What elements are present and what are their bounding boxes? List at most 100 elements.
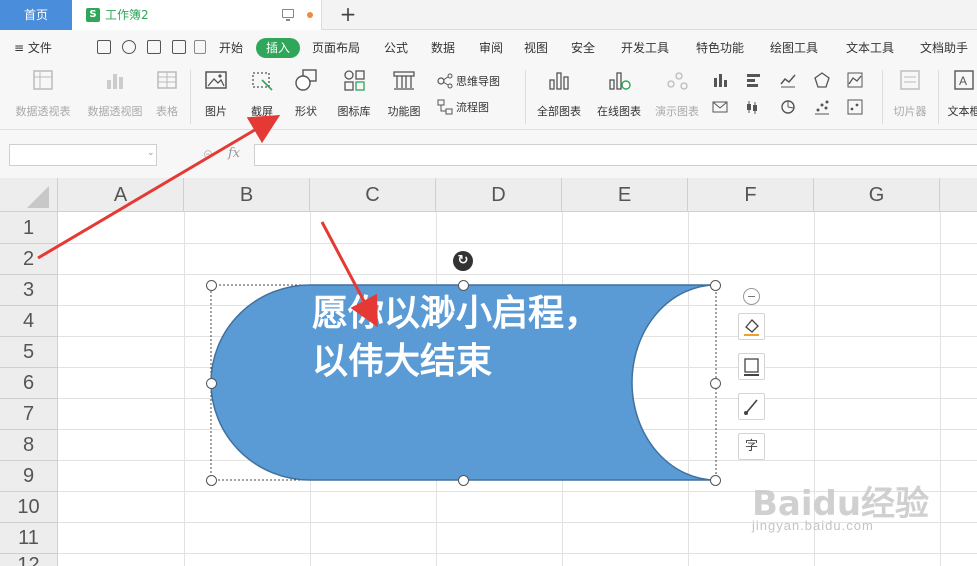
resize-handle[interactable] xyxy=(206,378,217,389)
scatter-chart-icon[interactable] xyxy=(814,99,830,115)
undo-icon[interactable] xyxy=(122,40,136,54)
row-header[interactable]: 1 xyxy=(0,212,58,244)
menu-dev-tools[interactable]: 开发工具 xyxy=(621,39,669,56)
column-chart-icon[interactable] xyxy=(712,72,728,88)
grid-line xyxy=(184,212,185,566)
screenshot-icon xyxy=(250,68,274,92)
line-chart-icon[interactable] xyxy=(780,72,796,88)
resize-handle[interactable] xyxy=(458,280,469,291)
function-chart-button[interactable]: 功能图 xyxy=(380,68,428,119)
radar-chart-icon[interactable] xyxy=(814,72,830,88)
select-all-icon xyxy=(27,186,49,208)
more-icon[interactable] xyxy=(194,40,206,54)
resize-handle[interactable] xyxy=(710,280,721,291)
area-chart-icon[interactable] xyxy=(847,72,863,88)
combo-chart-icon[interactable] xyxy=(847,99,863,115)
column-header[interactable]: C xyxy=(310,178,436,212)
screenshot-button[interactable]: 截屏 xyxy=(242,68,282,119)
online-charts-button[interactable]: 在线图表 xyxy=(592,68,646,119)
monitor-icon[interactable] xyxy=(282,9,294,21)
save-icon[interactable] xyxy=(97,40,111,54)
bar-chart-icon[interactable] xyxy=(746,72,762,88)
pie-chart-icon[interactable] xyxy=(780,99,796,115)
menu-doc-helper[interactable]: 文档助手 xyxy=(920,39,968,56)
print-preview-icon[interactable] xyxy=(172,40,186,54)
row-header[interactable]: 9 xyxy=(0,461,58,492)
fx-icon[interactable]: fx xyxy=(228,146,240,161)
textbox-button[interactable]: A 文本框 xyxy=(944,68,977,119)
row-header[interactable]: 7 xyxy=(0,399,58,430)
resize-handle[interactable] xyxy=(458,475,469,486)
row-header[interactable]: 6 xyxy=(0,368,58,399)
tab-home[interactable]: 首页 xyxy=(0,0,72,30)
fill-icon xyxy=(744,319,759,336)
menu-text-tools[interactable]: 文本工具 xyxy=(846,39,894,56)
new-tab-button[interactable]: + xyxy=(336,0,360,30)
column-header[interactable]: B xyxy=(184,178,310,212)
menu-page-layout[interactable]: 页面布局 xyxy=(312,39,360,56)
shape-outline-button[interactable] xyxy=(738,353,765,380)
online-charts-icon xyxy=(607,68,631,92)
resize-handle[interactable] xyxy=(206,475,217,486)
resize-handle[interactable] xyxy=(206,280,217,291)
row-header[interactable]: 2 xyxy=(0,244,58,275)
zoom-icon[interactable]: ⊝ xyxy=(203,147,213,161)
shape-fill-button[interactable] xyxy=(738,313,765,340)
row-header[interactable]: 5 xyxy=(0,337,58,368)
collapse-icon[interactable] xyxy=(743,288,760,305)
menu-insert[interactable]: 插入 xyxy=(256,38,300,58)
name-box[interactable] xyxy=(9,144,157,166)
select-all-corner[interactable] xyxy=(0,178,58,212)
menu-view[interactable]: 视图 xyxy=(524,39,548,56)
column-header[interactable]: A xyxy=(58,178,184,212)
text-style-button[interactable]: 字 xyxy=(738,433,765,460)
title-bar: 首页 S 工作簿2 + xyxy=(0,0,977,30)
picture-button[interactable]: 图片 xyxy=(196,68,236,119)
column-header[interactable]: E xyxy=(562,178,688,212)
file-menu[interactable]: ≡ 文件 xyxy=(14,39,52,56)
column-header[interactable] xyxy=(940,178,977,212)
tab-document[interactable]: S 工作簿2 xyxy=(72,0,322,30)
menu-review[interactable]: 审阅 xyxy=(479,39,503,56)
table-button[interactable]: 表格 xyxy=(150,68,184,119)
row-header[interactable]: 8 xyxy=(0,430,58,461)
row-header[interactable]: 3 xyxy=(0,275,58,306)
shape-effect-button[interactable] xyxy=(738,393,765,420)
textbox-icon: A xyxy=(952,68,976,92)
row-header[interactable]: 12 xyxy=(0,554,58,566)
toolbar-separator xyxy=(938,70,939,124)
rotate-handle-icon[interactable]: ↻ xyxy=(453,251,473,271)
row-header[interactable]: 4 xyxy=(0,306,58,337)
column-header[interactable]: F xyxy=(688,178,814,212)
menu-formula[interactable]: 公式 xyxy=(384,39,408,56)
menu-special[interactable]: 特色功能 xyxy=(696,39,744,56)
all-charts-button[interactable]: 全部图表 xyxy=(532,68,586,119)
envelope-chart-icon[interactable] xyxy=(712,99,728,115)
slicer-button[interactable]: 切片器 xyxy=(888,68,932,119)
menu-data[interactable]: 数据 xyxy=(431,39,455,56)
watermark-url: jingyan.baidu.com xyxy=(752,518,874,533)
pivot-table-button[interactable]: 数据透视表 xyxy=(10,68,76,119)
menu-security[interactable]: 安全 xyxy=(571,39,595,56)
menu-start[interactable]: 开始 xyxy=(219,39,243,56)
column-header[interactable]: G xyxy=(814,178,940,212)
icon-library-button[interactable]: 图标库 xyxy=(332,68,376,119)
print-icon[interactable] xyxy=(147,40,161,54)
menu-drawing-tools[interactable]: 绘图工具 xyxy=(770,39,818,56)
formula-input[interactable] xyxy=(254,144,977,166)
column-header[interactable]: D xyxy=(436,178,562,212)
resize-handle[interactable] xyxy=(710,378,721,389)
demo-charts-icon xyxy=(665,68,689,92)
shape-text-line: 愿你以渺小启程， xyxy=(312,293,601,334)
shape-button[interactable]: 形状 xyxy=(286,68,326,119)
mind-map-button[interactable]: 思维导图 xyxy=(456,73,500,89)
resize-handle[interactable] xyxy=(710,475,721,486)
toolbar-separator xyxy=(882,70,883,124)
shape-text[interactable]: 愿你以渺小启程， 以伟大结束 xyxy=(312,290,642,386)
flowchart-button[interactable]: 流程图 xyxy=(456,99,489,115)
row-header[interactable]: 11 xyxy=(0,523,58,554)
row-header[interactable]: 10 xyxy=(0,492,58,523)
stock-chart-icon[interactable] xyxy=(746,99,762,115)
demo-charts-button[interactable]: 演示图表 xyxy=(650,68,704,119)
pivot-chart-button[interactable]: 数据透视图 xyxy=(82,68,148,119)
